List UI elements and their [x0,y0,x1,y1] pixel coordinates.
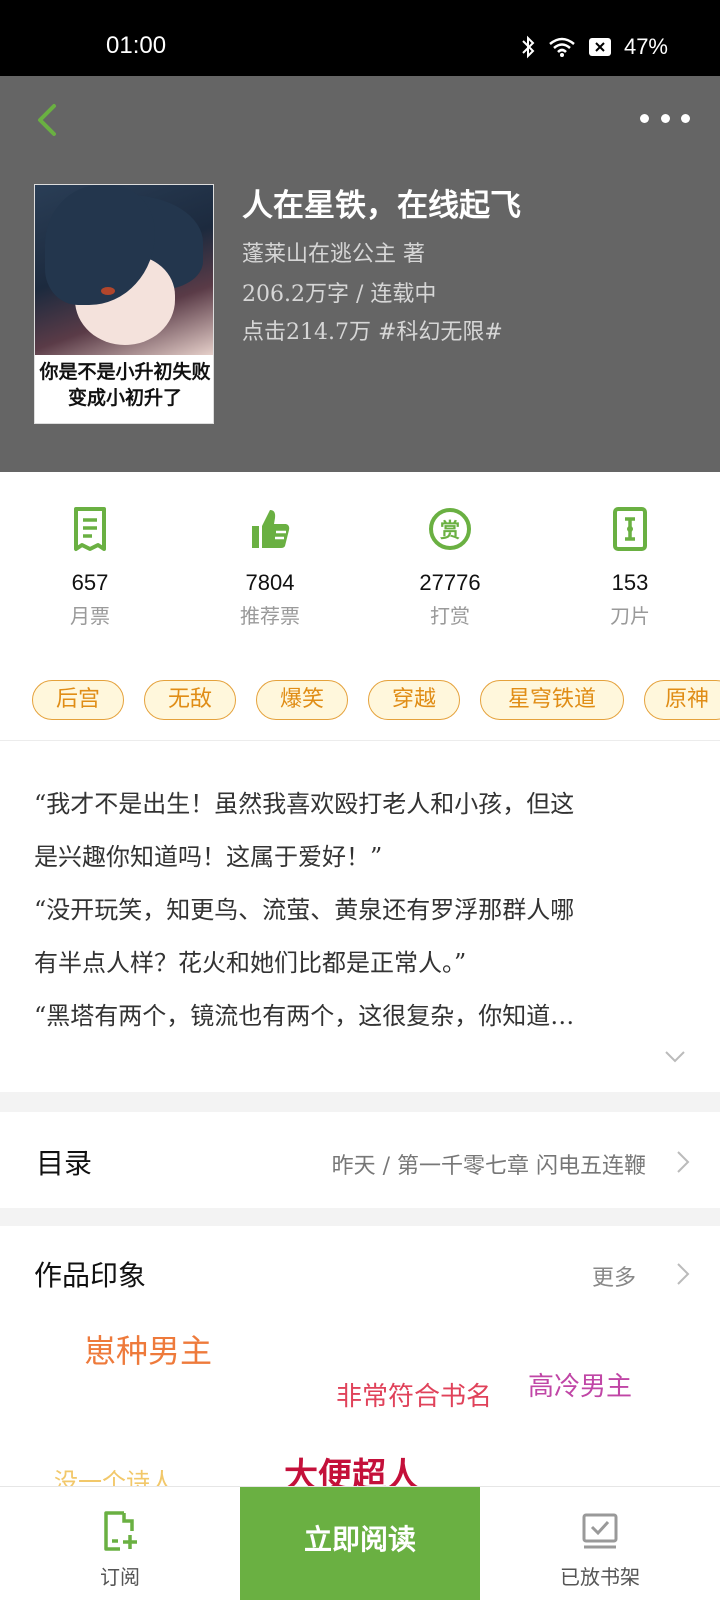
tag-chip[interactable]: 原神 [644,680,720,720]
back-button[interactable] [30,98,70,142]
synopsis-line: “我才不是出生！虽然我喜欢殴打老人和小孩，但这 [34,790,575,818]
latest-chapter: 昨天 / 第一千零七章 闪电五连鞭 [331,1154,646,1179]
impression-word[interactable]: 高冷男主 [528,1366,632,1403]
impressions-more-link[interactable]: 更多 [592,1260,636,1292]
stat-recommend-ticket[interactable]: 7804 推荐票 [200,506,340,629]
stat-monthly-ticket[interactable]: 657 月票 [20,506,160,629]
cover-illustration [35,185,213,355]
clicks-genre: 点击214.7万 #科幻无限# [242,320,503,345]
impression-word[interactable]: 没一个诗人 [54,1462,174,1486]
bottom-action-bar: 订阅 立即阅读 已放书架 [0,1486,720,1600]
tag-list: 后宫 无敌 爆笑 穿越 星穹铁道 原神 [0,680,720,722]
toc-title: 目录 [36,1147,93,1180]
svg-text:赏: 赏 [440,518,460,542]
synopsis[interactable]: “我才不是出生！虽然我喜欢殴打老人和小孩，但这 是兴趣你知道吗！这属于爱好！” … [34,778,684,1043]
book-title: 人在星铁，在线起飞 [242,188,521,224]
read-now-button[interactable]: 立即阅读 [240,1487,480,1600]
subscribe-add-icon [104,1511,137,1551]
tag-chip[interactable]: 后宫 [32,680,124,720]
more-options-button[interactable] [640,114,690,128]
status-icons: 47% [520,34,668,60]
ticket-icon [74,507,106,551]
subscribe-label: 订阅 [100,1565,140,1589]
bluetooth-icon [522,35,535,59]
bookshelf-label: 已放书架 [560,1565,640,1589]
bookshelf-check-icon [582,1513,618,1549]
impression-word[interactable]: 大便超人 [284,1448,420,1486]
book-header: 你是不是小升初失败 变成小初升了 人在星铁，在线起飞 蓬莱山在逃公主 著 206… [0,76,720,472]
reward-icon: 赏 [429,508,471,550]
stats-row: 657 月票 7804 推荐票 赏 27776 打赏 153 刀片 [0,472,720,638]
expand-synopsis-chevron-icon[interactable] [664,1050,686,1064]
synopsis-line: 有半点人样？花火和她们比都是正常人。” [34,949,467,977]
bookshelf-button[interactable]: 已放书架 [480,1487,720,1600]
tag-chip[interactable]: 星穹铁道 [480,680,624,720]
impression-word[interactable]: 非常符合书名 [336,1376,492,1413]
section-separator [0,1092,720,1112]
stat-reward[interactable]: 赏 27776 打赏 [380,506,520,629]
synopsis-line: 是兴趣你知道吗！这属于爱好！” [34,843,383,871]
impressions-title: 作品印象 [34,1259,147,1292]
author-line[interactable]: 蓬莱山在逃公主 著 [242,236,425,268]
book-cover[interactable]: 你是不是小升初失败 变成小初升了 [34,184,214,424]
status-bar: 01:00 47% [0,0,720,76]
thumbs-up-icon [252,510,290,548]
sim-card-icon [588,38,611,56]
tag-chip[interactable]: 穿越 [368,680,460,720]
chevron-right-icon [677,1151,690,1173]
status-time: 01:00 [106,32,167,59]
chevron-right-icon[interactable] [676,1262,690,1286]
tag-chip[interactable]: 爆笑 [256,680,348,720]
divider [0,740,720,741]
blade-icon [613,507,647,551]
impression-word[interactable]: 崽种男主 [84,1326,212,1372]
wifi-icon [549,37,575,57]
cover-caption-line-2: 变成小初升了 [67,387,182,409]
table-of-contents-row[interactable]: 目录 昨天 / 第一千零七章 闪电五连鞭 [0,1112,720,1208]
word-count-status: 206.2万字 / 连载中 [242,282,437,307]
synopsis-line: “没开玩笑，知更鸟、流萤、黄泉还有罗浮那群人哪 [34,896,575,924]
subscribe-button[interactable]: 订阅 [0,1487,240,1600]
section-separator [0,1208,720,1226]
stat-blade[interactable]: 153 刀片 [560,506,700,629]
battery-level: 47% [623,34,668,59]
tag-chip[interactable]: 无敌 [144,680,236,720]
cover-caption-line-1: 你是不是小升初失败 [39,361,211,383]
impressions-section: 作品印象 更多 崽种男主 非常符合书名 高冷男主 没一个诗人 大便超人 [0,1226,720,1486]
synopsis-line: “黑塔有两个，镜流也有两个，这很复杂，你知道… [34,1002,575,1030]
